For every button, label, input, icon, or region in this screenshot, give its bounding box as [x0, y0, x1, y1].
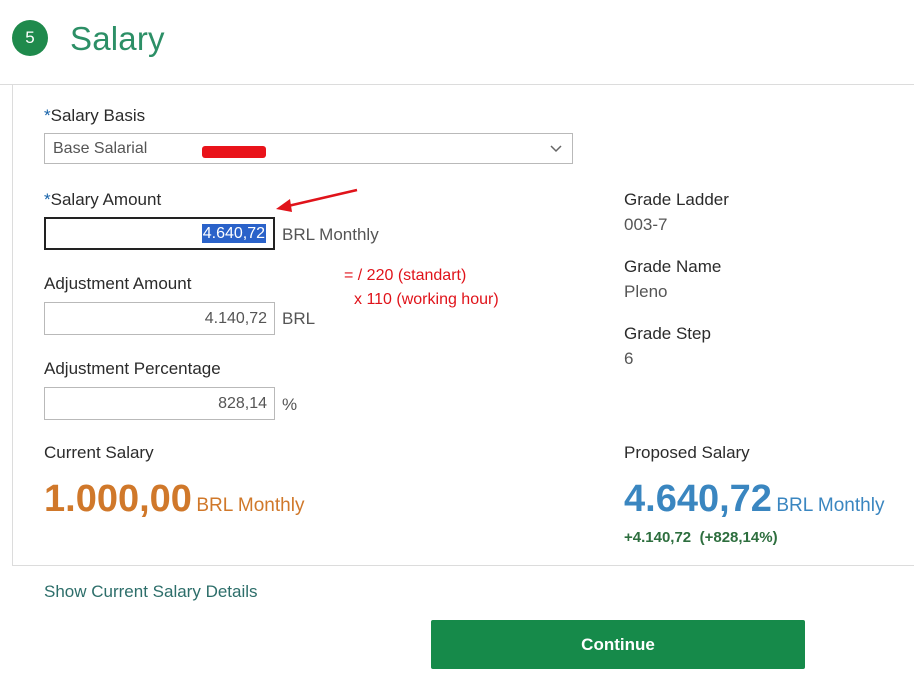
current-salary-value: 1.000,00	[44, 478, 192, 520]
proposed-salary-delta-percent: (+828,14%)	[699, 529, 778, 546]
proposed-salary-unit: BRL Monthly	[776, 495, 885, 516]
current-salary-unit: BRL Monthly	[196, 495, 305, 516]
adjustment-percentage-unit: %	[282, 395, 298, 414]
grade-step-label: Grade Step	[624, 324, 711, 343]
chevron-down-icon[interactable]	[549, 139, 563, 162]
adjustment-percentage-input[interactable]: 828,14	[44, 387, 275, 420]
grade-ladder-label: Grade Ladder	[624, 190, 729, 209]
step-number-badge: 5	[12, 20, 48, 56]
adjustment-amount-input[interactable]: 4.140,72	[44, 302, 275, 335]
footer-divider	[12, 565, 914, 566]
current-salary-display: 1.000,00 BRL Monthly	[44, 478, 304, 521]
salary-amount-unit: BRL Monthly	[282, 225, 379, 244]
current-salary-label: Current Salary	[44, 443, 154, 462]
section-left-border	[12, 85, 13, 565]
salary-amount-selected-text: 4.640,72	[201, 224, 266, 243]
required-mark: *	[44, 190, 51, 209]
annotation-line-1: = / 220 (standart)	[344, 267, 467, 284]
salary-amount-label-text: Salary Amount	[50, 190, 162, 209]
adjustment-percentage-label: Adjustment Percentage	[44, 359, 221, 378]
salary-basis-label: *Salary Basis	[44, 106, 145, 126]
adjustment-amount-label: Adjustment Amount	[44, 274, 192, 293]
annotation-line-2: x 110 (working hour)	[354, 291, 499, 308]
adjustment-amount-unit: BRL	[282, 309, 316, 328]
grade-ladder-value: 003-7	[624, 215, 668, 234]
section-title: Salary	[70, 20, 165, 57]
salary-basis-value: Base Salarial	[53, 140, 148, 157]
step-number: 5	[25, 28, 35, 47]
salary-amount-label: *Salary Amount	[44, 190, 161, 210]
salary-amount-input[interactable]: 4.640,72	[44, 217, 275, 250]
proposed-salary-display: 4.640,72 BRL Monthly	[624, 478, 884, 521]
grade-name-value: Pleno	[624, 282, 668, 301]
required-mark: *	[44, 106, 51, 125]
grade-step-value: 6	[624, 349, 634, 368]
proposed-salary-label: Proposed Salary	[624, 443, 750, 462]
show-current-salary-details-link[interactable]: Show Current Salary Details	[44, 582, 258, 602]
proposed-salary-delta-amount: +4.140,72	[624, 529, 692, 546]
proposed-salary-change: +4.140,72 (+828,14%)	[624, 529, 778, 547]
redaction-mark	[202, 146, 266, 158]
grade-name-label: Grade Name	[624, 257, 722, 276]
header-divider	[0, 84, 914, 85]
annotation-arrow-icon	[276, 188, 358, 212]
continue-button[interactable]: Continue	[431, 620, 805, 669]
salary-basis-select[interactable]: Base Salarial	[44, 133, 573, 164]
salary-basis-label-text: Salary Basis	[50, 106, 146, 125]
proposed-salary-value: 4.640,72	[624, 478, 772, 520]
